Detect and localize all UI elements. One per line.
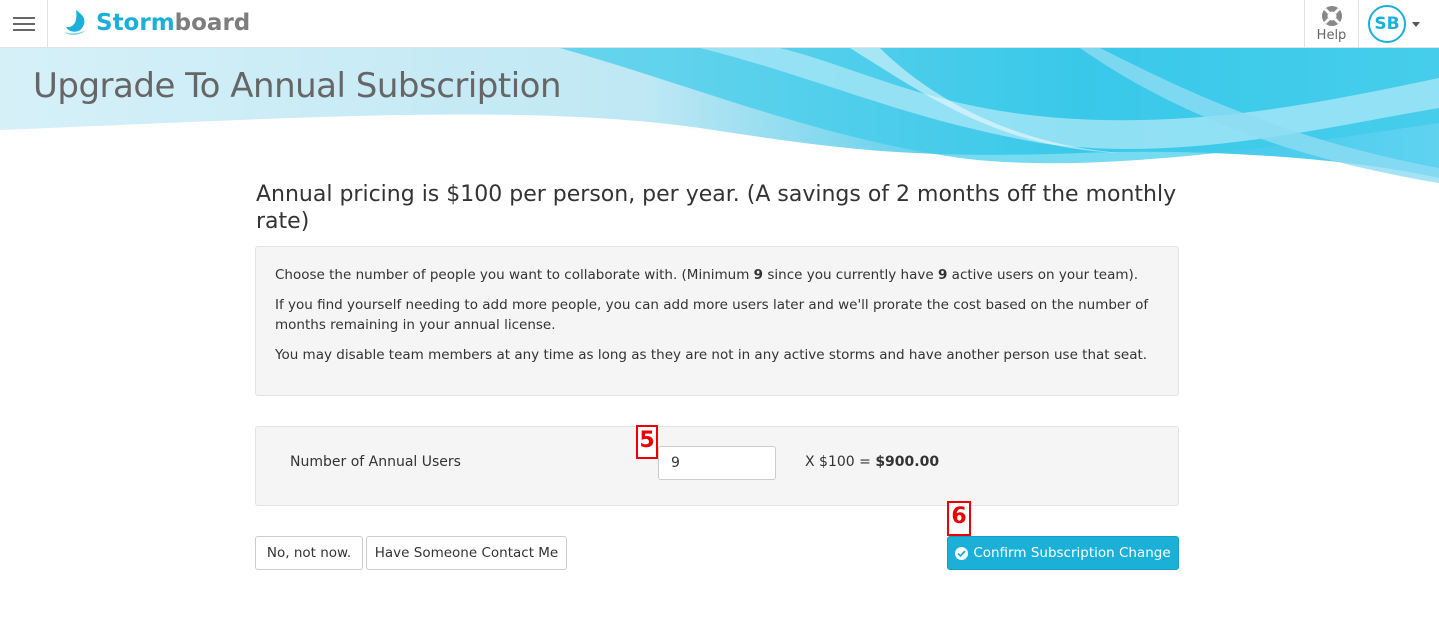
step-marker-5: 5 — [636, 425, 658, 459]
info-minimum-text: Choose the number of people you want to … — [275, 267, 1139, 283]
info-disable-text: You may disable team members at any time… — [275, 347, 1148, 363]
minimum-users-count: 9 — [753, 267, 764, 283]
logo-mark-icon — [64, 10, 86, 35]
contact-me-button[interactable]: Have Someone Contact Me — [366, 536, 567, 570]
top-navbar: Stormboard Help SB — [0, 0, 1439, 48]
info-prorate-text: If you find yourself needing to add more… — [275, 297, 1149, 333]
logo-text-rest: board — [174, 10, 251, 36]
no-not-now-button[interactable]: No, not now. — [255, 536, 363, 570]
active-users-count: 9 — [937, 267, 948, 283]
help-label: Help — [1316, 28, 1347, 43]
chevron-down-icon — [1412, 21, 1420, 27]
user-menu[interactable]: SB — [1368, 4, 1420, 44]
page-title: Upgrade To Annual Subscription — [33, 66, 562, 106]
help-button[interactable]: Help — [1304, 0, 1359, 48]
price-calculation: X $100 = $900.00 — [805, 454, 940, 470]
avatar[interactable]: SB — [1368, 5, 1406, 43]
confirm-button-label: Confirm Subscription Change — [973, 545, 1171, 561]
check-circle-icon — [955, 546, 969, 560]
step-marker-6: 6 — [947, 501, 971, 536]
annual-users-input[interactable] — [658, 446, 776, 480]
lifebuoy-icon — [1321, 6, 1342, 26]
info-panel: Choose the number of people you want to … — [255, 246, 1179, 396]
hamburger-menu-icon[interactable] — [0, 0, 48, 48]
logo-text-accent: Storm — [96, 10, 175, 36]
price-total: $900.00 — [875, 454, 940, 470]
stormboard-logo[interactable]: Stormboard — [62, 7, 250, 39]
pricing-headline: Annual pricing is $100 per person, per y… — [256, 182, 1177, 234]
confirm-subscription-button[interactable]: Confirm Subscription Change — [947, 536, 1179, 570]
annual-users-panel: Number of Annual Users X $100 = $900.00 — [255, 426, 1179, 506]
annual-users-label: Number of Annual Users — [290, 454, 461, 470]
